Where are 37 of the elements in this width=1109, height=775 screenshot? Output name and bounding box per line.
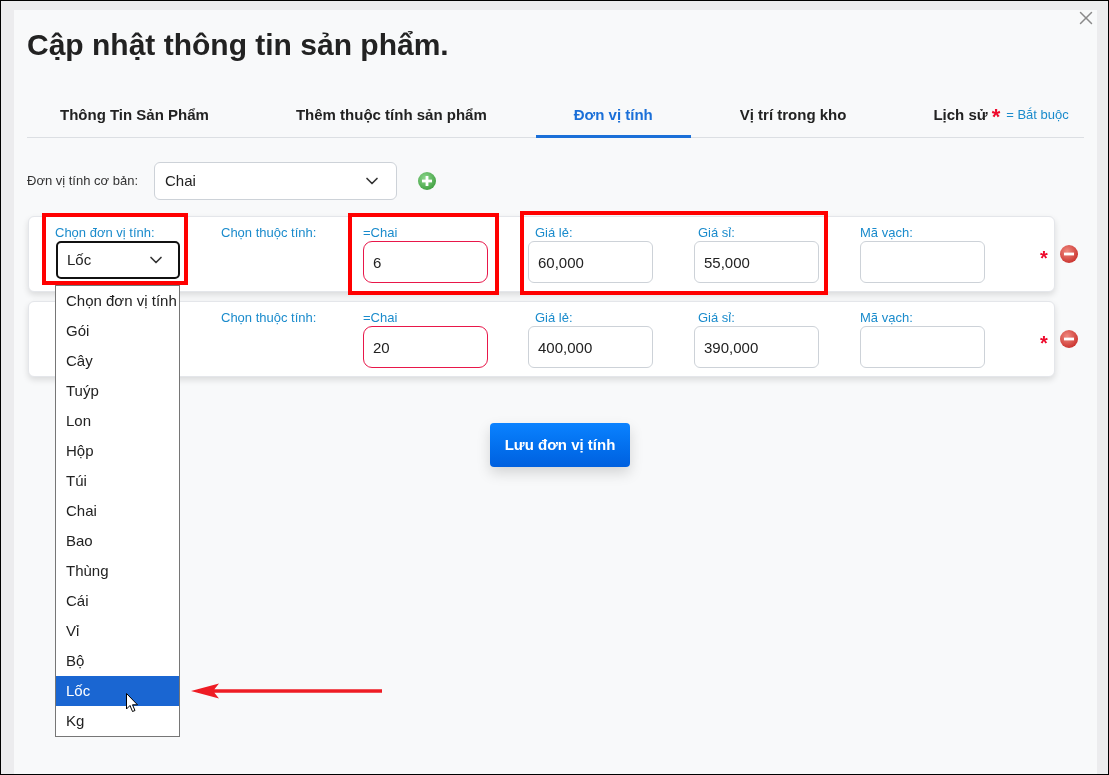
tab[interactable]: Vị trí trong kho	[701, 96, 885, 138]
field-label: Chọn đơn vị tính:	[55, 224, 156, 241]
tab[interactable]: Thông Tin Sản Phẩm	[22, 96, 247, 138]
ratio-input[interactable]: 20	[363, 326, 488, 368]
base-unit-select[interactable]: Chai	[154, 162, 397, 200]
retail-price-input[interactable]: 400,000	[528, 326, 653, 368]
remove-icon[interactable]	[1060, 330, 1078, 348]
field-label: Giá lẻ:	[534, 309, 574, 326]
field-label: =Chai	[363, 309, 399, 326]
mouse-pointer-icon	[126, 693, 139, 713]
field-label: Giá lẻ:	[534, 224, 574, 241]
retail-price-input[interactable]: 60,000	[528, 241, 653, 283]
base-unit-label: Đơn vị tính cơ bản:	[27, 172, 139, 191]
ratio-input[interactable]: 6	[363, 241, 488, 283]
field-label: Giá sỉ:	[697, 309, 736, 326]
tab[interactable]: Đơn vị tính	[535, 96, 691, 138]
barcode-input[interactable]	[860, 241, 985, 283]
tab[interactable]: Thêm thuộc tính sản phẩm	[257, 96, 525, 138]
remove-icon[interactable]	[1060, 245, 1078, 263]
required-asterisk: *	[1040, 333, 1048, 353]
field-label: =Chai	[363, 224, 399, 241]
dialog-title: Cập nhật thông tin sản phẩm.	[27, 27, 450, 63]
field-label: Mã vạch:	[860, 309, 914, 326]
tab[interactable]: Lịch sử	[895, 96, 992, 138]
field-label: Giá sỉ:	[697, 224, 736, 241]
field-label: Mã vạch:	[860, 224, 914, 241]
unit-select[interactable]: Lốc	[56, 241, 180, 279]
add-icon[interactable]	[418, 172, 436, 190]
field-label: Chọn thuộc tính:	[221, 224, 318, 241]
required-asterisk: *	[1040, 248, 1048, 268]
required-legend-text: = Bắt buộc	[1006, 105, 1069, 124]
wholesale-price-input[interactable]: 55,000	[694, 241, 819, 283]
required-asterisk: *	[991, 105, 1001, 128]
barcode-input[interactable]	[860, 326, 985, 368]
field-label: Chọn thuộc tính:	[221, 309, 318, 326]
wholesale-price-input[interactable]: 390,000	[694, 326, 819, 368]
save-button[interactable]: Lưu đơn vị tính	[490, 423, 630, 467]
